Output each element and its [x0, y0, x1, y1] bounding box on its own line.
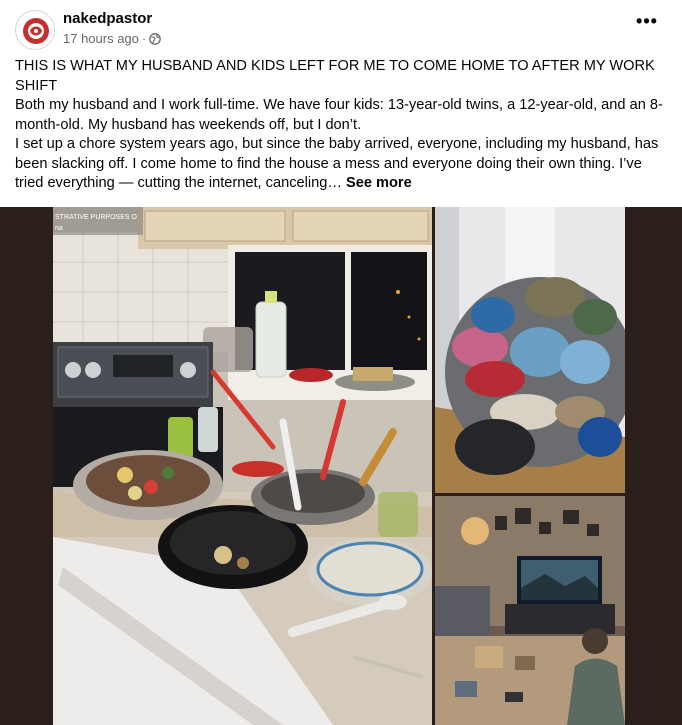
facebook-post: nakedpastor 17 hours ago · ••• THIS IS W…	[0, 0, 682, 725]
globe-icon	[149, 32, 162, 45]
post-paragraph-2-text: I set up a chore system years ago, but s…	[15, 136, 659, 191]
meta-separator: ·	[141, 31, 147, 46]
see-more-link[interactable]: See more	[346, 175, 412, 191]
kitchen-photo[interactable]: STRATIVE PURPOSES O na	[53, 207, 432, 725]
post-paragraph-1: Both my husband and I work full-time. We…	[15, 97, 663, 133]
post-timestamp[interactable]: 17 hours ago	[63, 31, 139, 46]
living-room-photo[interactable]	[435, 496, 625, 725]
author-name[interactable]: nakedpastor	[63, 10, 152, 27]
post-media[interactable]: STRATIVE PURPOSES O na	[0, 207, 682, 725]
post-header: nakedpastor 17 hours ago · •••	[0, 0, 682, 56]
kitchen-photo-image: STRATIVE PURPOSES O na	[53, 207, 432, 725]
post-meta: 17 hours ago ·	[63, 31, 162, 46]
avatar-logo-icon	[17, 12, 54, 49]
more-options-button[interactable]: •••	[634, 12, 660, 34]
laundry-photo-image	[435, 207, 625, 493]
post-title: THIS IS WHAT MY HUSBAND AND KIDS LEFT FO…	[15, 58, 655, 94]
post-paragraph-2: I set up a chore system years ago, but s…	[15, 135, 665, 194]
kitchen-caption-2: na	[55, 225, 63, 232]
living-room-photo-image	[435, 496, 625, 725]
post-text: THIS IS WHAT MY HUSBAND AND KIDS LEFT FO…	[15, 57, 665, 194]
kitchen-caption: STRATIVE PURPOSES O	[55, 214, 137, 221]
author-avatar[interactable]	[15, 10, 55, 50]
laundry-photo[interactable]	[435, 207, 625, 493]
